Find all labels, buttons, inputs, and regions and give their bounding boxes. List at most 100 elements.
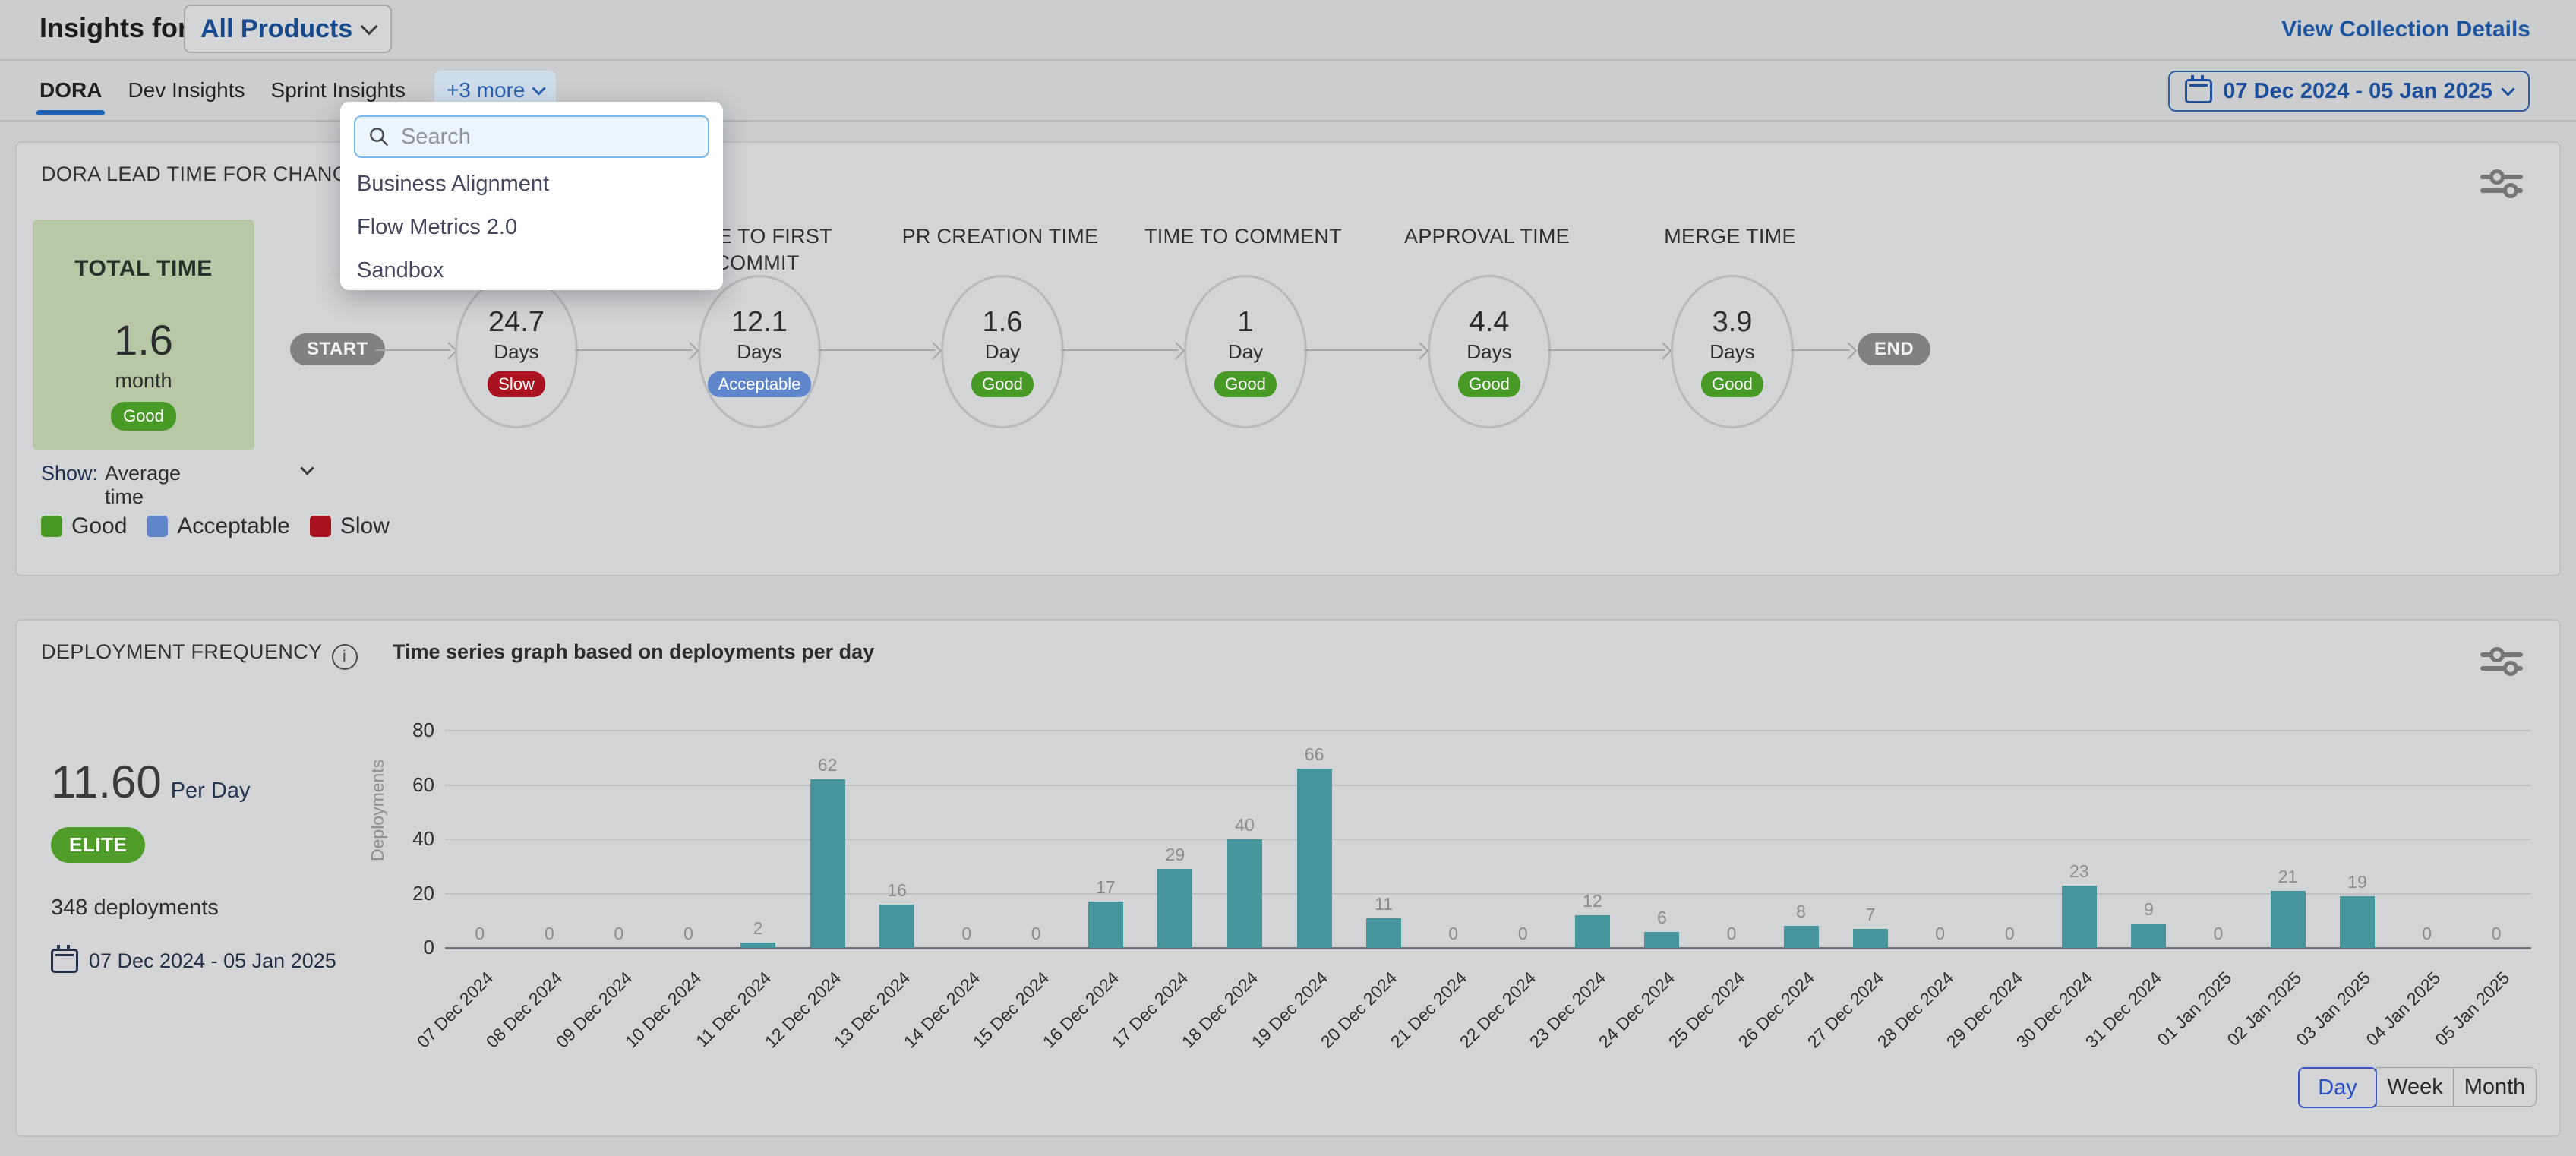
bar-value-label: 23 [2049,861,2110,882]
stage-rating-badge: Good [1458,371,1520,397]
flow-arrow [1548,349,1665,351]
stage-label-approval-time: APPROVAL TIME [1388,223,1586,250]
collection-selector-label: All Products [200,14,352,44]
stage-value: 4.4 [1470,306,1510,339]
date-range-picker[interactable]: 07 Dec 2024 - 05 Jan 2025 [2168,71,2530,112]
view-collection-details-link[interactable]: View Collection Details [2281,17,2530,43]
bar [810,779,845,948]
stage-circle-pr-creation-time: 1.6DayGood [941,275,1064,428]
bar-value-label: 0 [1492,924,1553,944]
flow-arrowhead-icon [925,343,942,360]
info-icon[interactable]: i [332,644,358,670]
stage-value: 3.9 [1713,306,1753,339]
chevron-down-icon [361,18,378,36]
bar-value-label: 0 [658,924,718,944]
bar-value-label: 0 [936,924,997,944]
y-axis-title: Deployments [368,696,388,924]
legend-label: Slow [340,513,390,539]
stage-rating-badge: Acceptable [708,371,812,397]
bar-value-label: 0 [1423,924,1484,944]
rating-legend: GoodAcceptableSlow [41,513,390,539]
more-tabs-dropdown: Business AlignmentFlow Metrics 2.0Sandbo… [340,102,723,290]
gridline [445,730,2531,731]
deployment-date-range-text: 07 Dec 2024 - 05 Jan 2025 [89,949,336,973]
bar-value-label: 8 [1771,902,1832,922]
x-tick-label: 27 Dec 2024 [1766,968,1889,1090]
flow-arrowhead-icon [1412,343,1429,360]
legend-item-good: Good [41,513,127,539]
collection-selector-button[interactable]: All Products [184,5,392,53]
widget-settings-icon[interactable] [2480,166,2523,202]
toggle-week[interactable]: Week [2376,1067,2454,1107]
gridline [445,785,2531,786]
total-time-rating-badge: Good [111,402,176,431]
stage-circle-time-to-comment: 1DayGood [1184,275,1307,428]
bar-value-label: 0 [1005,924,1066,944]
toggle-month[interactable]: Month [2453,1067,2537,1107]
tab-dora[interactable]: DORA [39,61,102,120]
bar-value-label: 40 [1214,815,1275,835]
stage-unit: Day [1228,340,1263,364]
bar-value-label: 0 [1979,924,2040,944]
elite-badge: ELITE [51,827,145,863]
flow-arrowhead-icon [1840,343,1858,360]
stage-unit: Days [1466,340,1511,364]
search-icon [368,125,390,148]
toggle-day[interactable]: Day [2298,1067,2377,1108]
date-range-label: 07 Dec 2024 - 05 Jan 2025 [2223,79,2492,104]
dropdown-item-flow-metrics-2-0[interactable]: Flow Metrics 2.0 [340,206,723,249]
stage-value: 1.6 [983,306,1023,339]
x-tick-label: 20 Dec 2024 [1280,968,1402,1090]
bar [2271,891,2306,948]
deployment-frequency-title-text: DEPLOYMENT FREQUENCY [41,640,323,663]
search-input[interactable] [399,124,696,150]
bar-value-label: 21 [2258,867,2319,887]
bar [1644,932,1679,948]
stage-rating-badge: Good [1214,371,1277,397]
flow-arrowhead-icon [682,343,699,360]
bar-value-label: 0 [589,924,649,944]
stage-rating-badge: Good [971,371,1034,397]
flow-arrow [575,349,692,351]
total-time-label: TOTAL TIME [74,256,213,282]
deployment-rate-stat: 11.60Per Day [51,756,250,808]
total-deployments-label: 348 deployments [51,895,219,921]
x-tick-label: 22 Dec 2024 [1419,968,1541,1090]
bar-value-label: 0 [2466,924,2527,944]
dropdown-search [354,115,709,158]
bar-value-label: 62 [797,755,858,775]
calendar-icon [51,949,78,973]
y-tick-label: 80 [389,719,434,742]
legend-item-slow: Slow [310,513,390,539]
dropdown-item-business-alignment[interactable]: Business Alignment [340,163,723,206]
page-title: Insights for [39,12,188,44]
tab-dev-insights[interactable]: Dev Insights [128,61,245,120]
bar [2131,924,2166,948]
chevron-down-icon [532,81,546,95]
flow-end-badge: END [1858,333,1930,365]
dropdown-item-sandbox[interactable]: Sandbox [340,249,723,292]
legend-swatch-acceptable [147,516,168,537]
stage-unit: Days [494,340,538,364]
bar-value-label: 2 [728,918,788,939]
y-tick-label: 0 [389,936,434,959]
stage-label-time-to-comment: TIME TO COMMENT [1144,223,1342,250]
bar-value-label: 66 [1284,744,1345,765]
stage-unit: Days [1709,340,1754,364]
widget-settings-icon[interactable] [2480,643,2523,680]
flow-arrow [1061,349,1178,351]
bar-value-label: 9 [2118,899,2179,920]
x-tick-label: 29 Dec 2024 [1905,968,2028,1090]
stage-circle-time-to-first-commit: 12.1DaysAcceptable [698,275,821,428]
chevron-down-icon [2501,82,2514,96]
stage-value: 12.1 [731,306,788,339]
bar [740,943,775,948]
bar-value-label: 0 [2397,924,2458,944]
bar [1088,902,1123,948]
stage-rating-badge: Slow [488,371,545,397]
x-tick-label: 13 Dec 2024 [793,968,915,1090]
bar-value-label: 0 [2188,924,2249,944]
total-time-box: TOTAL TIME 1.6 month Good [33,220,254,450]
flow-arrow [1304,349,1422,351]
bar [2062,886,2097,948]
